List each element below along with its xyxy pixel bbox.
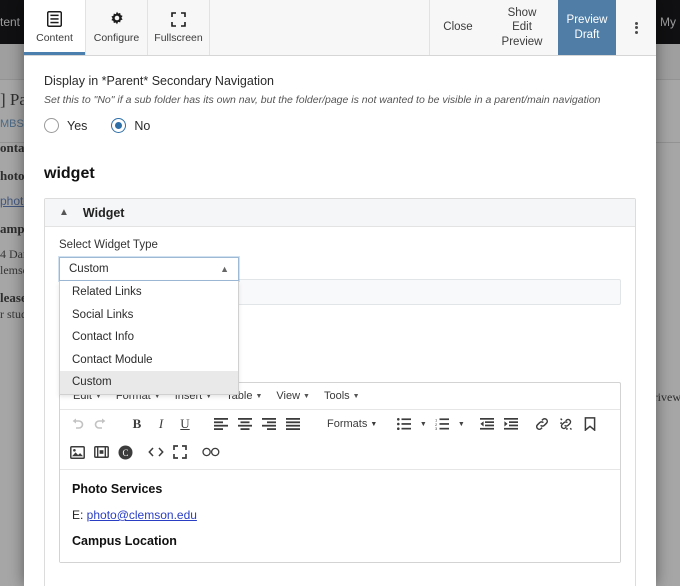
editor-address-line-1: 114 Daniel Drive: [72, 560, 608, 562]
content-list-icon: [47, 11, 62, 27]
option-related-links[interactable]: Related Links: [60, 281, 238, 304]
bold-icon[interactable]: B: [125, 413, 149, 435]
tab-fullscreen-label: Fullscreen: [154, 32, 203, 44]
gear-icon: [109, 11, 125, 27]
page-section-title: widget: [44, 165, 95, 182]
more-vertical-icon[interactable]: [616, 0, 656, 55]
radio-label-no: No: [134, 118, 151, 133]
preview-draft-button[interactable]: Preview Draft: [558, 0, 616, 55]
menu-tools-label: Tools: [323, 390, 350, 402]
chevron-down-icon: ▼: [352, 392, 360, 400]
radio-label-yes: Yes: [67, 118, 88, 133]
nav-field-help: Set this to "No" if a sub folder has its…: [44, 94, 601, 106]
bullet-list-caret-icon[interactable]: ▼: [416, 413, 430, 435]
chevron-up-icon: ▲: [59, 206, 69, 218]
source-code-icon[interactable]: [144, 441, 168, 463]
infinity-icon[interactable]: [199, 441, 223, 463]
widget-type-select-box[interactable]: Custom ▲: [59, 257, 239, 281]
toolbar-spacer: [210, 0, 430, 55]
option-contact-info[interactable]: Contact Info: [60, 326, 238, 349]
preview-draft-line2: Draft: [574, 28, 600, 41]
modal-toolbar: Content Configure Fullscreen Close Show …: [24, 0, 656, 56]
show-edit-preview-button[interactable]: Show Edit Preview: [486, 0, 558, 55]
align-left-icon[interactable]: [209, 413, 233, 435]
editor-toolbar-row-1: B I U Formats ▼ ▼ 1 2 3 ▼: [60, 410, 620, 438]
show-edit-preview-line1: Show: [507, 6, 537, 19]
select-widget-type-label: Select Widget Type: [59, 239, 158, 251]
copyright-icon[interactable]: C: [113, 441, 137, 463]
fullscreen-icon[interactable]: [168, 441, 192, 463]
close-button[interactable]: Close: [430, 0, 486, 55]
editor-content-area[interactable]: Photo Services E: photo@clemson.edu Camp…: [60, 470, 620, 562]
unlink-icon[interactable]: [554, 413, 578, 435]
media-icon[interactable]: [89, 441, 113, 463]
align-justify-icon[interactable]: [281, 413, 305, 435]
align-center-icon[interactable]: [233, 413, 257, 435]
widget-panel-title: Widget: [82, 205, 125, 220]
wysiwyg-editor: Edit ▼ Format ▼ Insert ▼ Table ▼ View ▼ Tools…: [59, 382, 621, 563]
editor-email-line: E: photo@clemson.edu: [72, 508, 608, 522]
widget-panel: ▲ Widget Select Widget Type Custom ▲ Rel…: [44, 198, 636, 586]
widget-type-select-value: Custom: [69, 263, 109, 275]
radio-mark-yes: [44, 118, 59, 133]
tab-fullscreen[interactable]: Fullscreen: [148, 0, 210, 55]
widget-panel-body: Select Widget Type Custom ▲ Related Link…: [45, 227, 635, 586]
chevron-down-icon: ▼: [303, 392, 310, 400]
chevron-down-icon: ▼: [370, 420, 378, 428]
bullet-list-icon[interactable]: [392, 413, 416, 435]
anchor-icon[interactable]: [578, 413, 602, 435]
formats-button-label: Formats: [327, 418, 368, 430]
tab-configure[interactable]: Configure: [86, 0, 148, 55]
menu-view-label: View: [276, 390, 301, 402]
option-contact-module[interactable]: Contact Module: [60, 349, 238, 372]
numbered-list-icon[interactable]: 123: [430, 413, 454, 435]
option-custom[interactable]: Custom: [60, 371, 238, 394]
fullscreen-icon: [171, 11, 186, 27]
chevron-down-icon: ▼: [255, 392, 263, 400]
editor-email-prefix: E:: [72, 508, 87, 522]
radio-option-no[interactable]: No: [111, 118, 150, 133]
nav-radio-group: Yes No: [44, 118, 636, 133]
show-edit-preview-line2: Edit Preview: [501, 21, 543, 48]
numbered-list-caret-icon[interactable]: ▼: [454, 413, 468, 435]
radio-mark-no: [111, 118, 127, 133]
underline-icon[interactable]: U: [173, 413, 197, 435]
editor-heading-photo-services: Photo Services: [72, 482, 163, 496]
tab-configure-label: Configure: [93, 32, 140, 44]
redo-icon[interactable]: [89, 413, 113, 435]
editor-toolbar-row-2: C: [60, 438, 620, 470]
italic-icon[interactable]: I: [149, 413, 173, 435]
editor-heading-campus-location: Campus Location: [72, 534, 177, 548]
widget-type-select: Custom ▲ Related Links Social Links Cont…: [59, 257, 239, 395]
widget-type-options-menu: Related Links Social Links Contact Info …: [59, 281, 239, 395]
indent-icon[interactable]: [499, 413, 523, 435]
svg-text:3: 3: [435, 426, 438, 430]
preview-draft-line1: Preview: [566, 14, 608, 27]
option-social-links[interactable]: Social Links: [60, 304, 238, 327]
menu-view[interactable]: View ▼: [269, 387, 317, 405]
tab-content-label: Content: [36, 32, 73, 44]
content-editor-modal: Content Configure Fullscreen Close Show …: [24, 0, 656, 586]
modal-body: Display in *Parent* Secondary Navigation…: [24, 56, 656, 586]
editor-email-link[interactable]: photo@clemson.edu: [87, 508, 197, 522]
menu-tools[interactable]: Tools ▼: [317, 387, 367, 405]
tab-content[interactable]: Content: [24, 0, 86, 55]
image-icon[interactable]: [65, 441, 89, 463]
radio-option-yes[interactable]: Yes: [44, 118, 87, 133]
chevron-up-icon: ▲: [220, 264, 229, 274]
link-icon[interactable]: [530, 413, 554, 435]
widget-panel-header[interactable]: ▲ Widget: [45, 199, 635, 227]
svg-text:C: C: [122, 448, 128, 458]
align-right-icon[interactable]: [257, 413, 281, 435]
outdent-icon[interactable]: [475, 413, 499, 435]
undo-icon[interactable]: [65, 413, 89, 435]
formats-button[interactable]: Formats ▼: [319, 413, 385, 435]
nav-field-label: Display in *Parent* Secondary Navigation: [44, 74, 274, 88]
